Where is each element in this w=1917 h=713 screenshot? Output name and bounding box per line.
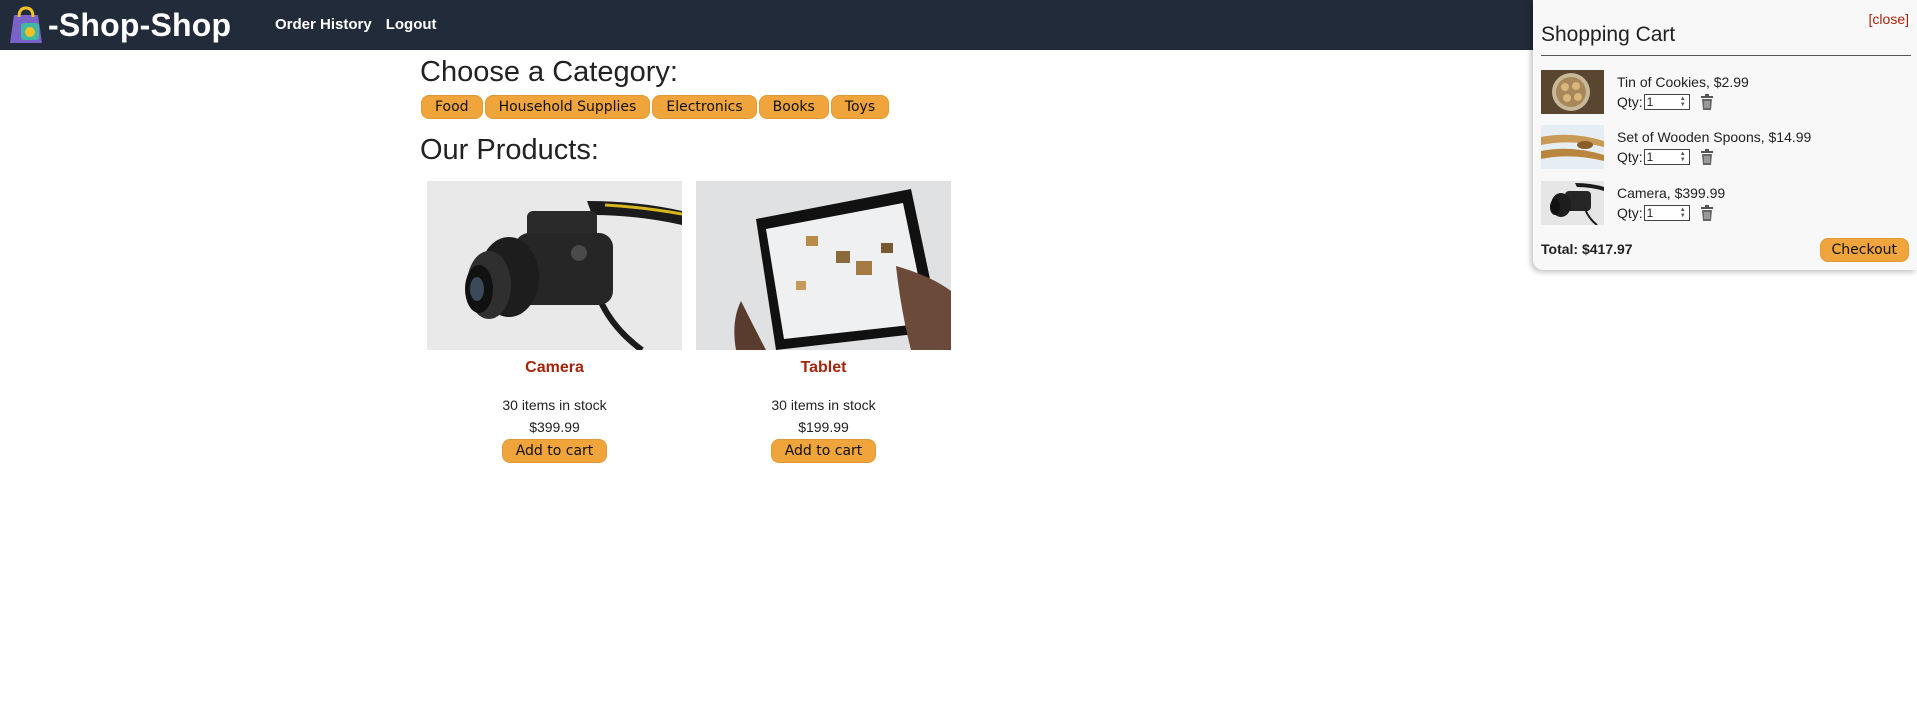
category-button-household-supplies[interactable]: Household Supplies [484,95,651,119]
spoons-photo-icon [1541,125,1604,169]
spinner-icon[interactable]: ▲ ▼ [1680,151,1686,163]
checkout-button[interactable]: Checkout [1819,238,1909,262]
product-name[interactable]: Camera [427,359,682,379]
product-name[interactable]: Tablet [696,359,951,379]
product-image-camera[interactable] [427,181,682,350]
products-heading: Our Products: [420,134,599,166]
product-card: Camera 30 items in stock $399.99 Add to … [427,181,682,463]
trash-icon[interactable] [1700,94,1714,110]
category-button-electronics[interactable]: Electronics [652,95,757,119]
cart-item-thumbnail [1541,70,1604,114]
category-heading: Choose a Category: [420,56,678,88]
quantity-input[interactable]: 1 ▲ ▼ [1643,205,1690,221]
spinner-icon[interactable]: ▲ ▼ [1680,207,1686,219]
shopping-bag-logo-icon [10,6,42,43]
brand[interactable]: -Shop-Shop [6,4,231,46]
cart-item-qty-row: Qty: 1 ▲ ▼ [1617,94,1714,110]
cart-title: Shopping Cart [1541,23,1676,46]
cart-item: Tin of Cookies, $2.99 Qty: 1 ▲ ▼ [1541,70,1911,114]
cart-item-description: Set of Wooden Spoons, $14.99 [1617,129,1812,145]
cart-close-link[interactable]: [close] [1869,11,1909,27]
product-stock: 30 items in stock [771,397,876,413]
main-content: Choose a Category: Food Household Suppli… [420,56,980,463]
trash-icon[interactable] [1700,149,1714,165]
category-button-row: Food Household Supplies Electronics Book… [421,95,980,119]
quantity-value: 1 [1646,95,1654,109]
cart-divider [1541,55,1911,56]
cookies-photo-icon [1541,70,1604,114]
quantity-value: 1 [1646,206,1654,220]
cart-item-qty-row: Qty: 1 ▲ ▼ [1617,149,1714,165]
cart-item: Camera, $399.99 Qty: 1 ▲ ▼ [1541,181,1911,225]
app-name: -Shop-Shop [48,6,232,43]
nav-order-history-link[interactable]: Order History [275,16,372,33]
qty-label: Qty: [1617,149,1643,165]
cart-item: Set of Wooden Spoons, $14.99 Qty: 1 ▲ ▼ [1541,125,1911,169]
product-card: Tablet 30 items in stock $199.99 Add to … [696,181,951,463]
camera-photo-icon [427,181,682,350]
product-stock: 30 items in stock [502,397,607,413]
cart-item-thumbnail [1541,181,1604,225]
quantity-input[interactable]: 1 ▲ ▼ [1643,149,1690,165]
product-price: $399.99 [529,419,580,435]
spinner-icon[interactable]: ▲ ▼ [1680,96,1686,108]
nav-links: Order History Logout [275,16,437,33]
product-price: $199.99 [798,419,849,435]
product-image-tablet[interactable] [696,181,951,350]
camera-photo-icon [1541,181,1604,225]
quantity-input[interactable]: 1 ▲ ▼ [1643,94,1690,110]
quantity-value: 1 [1646,150,1654,164]
shopping-cart-panel: [close] Shopping Cart Tin of Cookies, $2… [1533,0,1917,270]
category-button-toys[interactable]: Toys [830,95,890,119]
product-grid: Camera 30 items in stock $399.99 Add to … [427,181,980,463]
tablet-photo-icon [696,181,951,350]
nav-logout-link[interactable]: Logout [386,16,437,33]
cart-item-description: Camera, $399.99 [1617,185,1726,201]
cart-item-qty-row: Qty: 1 ▲ ▼ [1617,205,1714,221]
cart-item-description: Tin of Cookies, $2.99 [1617,74,1749,90]
category-button-food[interactable]: Food [421,95,483,119]
qty-label: Qty: [1617,94,1643,110]
add-to-cart-button[interactable]: Add to cart [501,439,608,463]
qty-label: Qty: [1617,205,1643,221]
category-button-books[interactable]: Books [758,95,829,119]
cart-item-thumbnail [1541,125,1604,169]
add-to-cart-button[interactable]: Add to cart [770,439,877,463]
cart-total: Total: $417.97 [1541,241,1633,257]
trash-icon[interactable] [1700,205,1714,221]
